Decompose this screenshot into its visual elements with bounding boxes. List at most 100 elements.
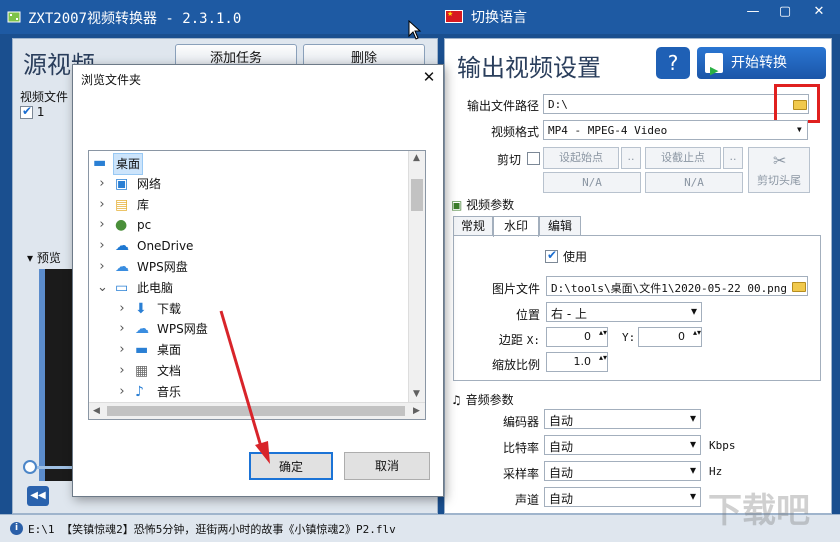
tab-edit[interactable]: 编辑 [539, 216, 581, 236]
video-preview [39, 269, 75, 481]
help-button[interactable]: ? [656, 47, 690, 79]
folder-tree-item-label: 此电脑 [137, 280, 174, 295]
horizontal-scroll-thumb[interactable] [107, 406, 405, 416]
folder-tree-item-label: 下载 [157, 301, 182, 316]
rewind-icon[interactable]: ◀◀ [27, 486, 49, 506]
ok-button[interactable]: 确定 [249, 452, 333, 480]
chevron-right-icon[interactable]: › [117, 340, 127, 360]
list-item[interactable]: 1 [20, 104, 45, 119]
video-format-label: 视频格式 [490, 125, 539, 139]
start-convert-label: 开始转换 [731, 55, 787, 71]
folder-tree-item-label: OneDrive [137, 239, 194, 254]
minimize-icon[interactable]: — [740, 2, 766, 22]
chevron-right-icon[interactable]: › [117, 361, 127, 381]
start-convert-button[interactable]: 开始转换 [697, 47, 826, 87]
scale-label: 缩放比例 [491, 358, 540, 372]
image-file-input[interactable]: D:\tools\桌面\文件1\2020-05-22 00.png [546, 276, 808, 296]
video-format-select[interactable]: MP4 - MPEG-4 Video [543, 120, 808, 140]
film-icon [7, 10, 21, 24]
china-flag-icon[interactable] [445, 10, 463, 23]
chevron-right-icon[interactable]: › [97, 195, 107, 215]
browse-folder-dialog: 浏览文件夹 ✕ ▬ 桌面 › ▣ 网络 › ▤ 库 › ● pc › ☁ OneDrive › ☁ WPS网盘 ⌄… [72, 64, 444, 497]
set-start-button[interactable]: 设起始点 [543, 147, 619, 169]
horizontal-scrollbar[interactable]: ◀ ▶ [89, 402, 425, 419]
audio-params-label: 音频参数 [465, 393, 514, 407]
folder-tree-item-label: pc [137, 218, 152, 233]
folder-tree-item-label: 网络 [137, 176, 162, 191]
folder-tree-item-label: WPS网盘 [157, 322, 208, 337]
scroll-down-icon[interactable]: ▼ [413, 389, 420, 399]
scroll-up-icon[interactable]: ▲ [413, 153, 420, 163]
folder-icon[interactable] [792, 282, 806, 292]
scale-spinner[interactable]: 1.0 [546, 352, 608, 372]
close-icon[interactable]: ✕ [419, 67, 439, 87]
preview-label: 预览 [36, 251, 61, 265]
close-icon[interactable]: ✕ [806, 2, 832, 22]
video-params-header: ▣ 视频参数 [451, 196, 514, 213]
start-time-field: N/A [543, 172, 641, 193]
seek-track[interactable] [37, 466, 77, 469]
cut-head-tail-label: 剪切头尾 [757, 174, 801, 187]
tab-general[interactable]: 常规 [453, 216, 493, 236]
cut-checkbox[interactable] [527, 152, 540, 165]
cancel-button[interactable]: 取消 [344, 452, 430, 480]
margin-y-spinner[interactable]: 0 [638, 327, 702, 347]
tab-watermark[interactable]: 水印 [493, 216, 539, 237]
end-ellipsis-button[interactable]: .. [723, 147, 743, 169]
start-ellipsis-button[interactable]: .. [621, 147, 641, 169]
position-select[interactable]: 右 - 上 [546, 302, 702, 322]
library-icon: ▤ [115, 196, 129, 213]
folder-tree[interactable]: ▬ 桌面 › ▣ 网络 › ▤ 库 › ● pc › ☁ OneDrive › ☁ WPS网盘 ⌄ ▭ 此电脑 › ⬇ 下载… [88, 150, 426, 420]
music-note-icon: ♫ [451, 393, 462, 407]
watermark-enable-checkbox[interactable] [545, 248, 558, 263]
chevron-right-icon[interactable]: › [97, 174, 107, 194]
chevron-right-icon[interactable]: › [97, 236, 107, 256]
margin-label: 边距 X: [454, 331, 540, 348]
status-text: E:\1 【笑镇惊魂2】恐怖5分钟，逛街两小时的故事《小镇惊魂2》P2.flv [28, 523, 396, 536]
cloud-icon: ☁ [135, 321, 149, 338]
file-index: 1 [36, 105, 45, 119]
channel-label: 声道 [514, 493, 539, 507]
encoder-label: 编码器 [502, 415, 539, 429]
chevron-right-icon[interactable]: › [97, 257, 107, 277]
scroll-right-icon[interactable]: ▶ [413, 406, 420, 416]
folder-tree-item-label: 桌面 [113, 153, 144, 175]
switch-language-button[interactable]: 切换语言 [471, 7, 527, 27]
desktop-icon: ▬ [93, 155, 107, 171]
margin-y-label: Y: [622, 331, 636, 344]
chevron-right-icon[interactable]: › [117, 382, 127, 402]
scroll-left-icon[interactable]: ◀ [93, 406, 100, 416]
onedrive-icon: ☁ [115, 238, 129, 255]
vertical-scroll-thumb[interactable] [411, 179, 423, 211]
cut-head-tail-button[interactable]: ✂ 剪切头尾 [748, 147, 810, 193]
browse-highlight-box [774, 84, 820, 123]
preview-toggle[interactable]: ▾ 预览 [27, 249, 61, 266]
output-path-input[interactable]: D:\ [543, 94, 809, 114]
output-settings-title: 输出视频设置 [457, 54, 601, 82]
folder-tree-item-label: 文档 [157, 364, 182, 378]
watermark-enable-label: 使用 [563, 250, 588, 264]
margin-x-label: X: [526, 334, 540, 347]
chevron-right-icon[interactable]: › [117, 319, 127, 339]
vertical-scrollbar[interactable]: ▲ ▼ [408, 151, 425, 403]
chevron-down-icon[interactable]: ⌄ [97, 278, 108, 298]
samplerate-select[interactable]: 自动 [544, 461, 701, 481]
encoder-select[interactable]: 自动 [544, 409, 701, 429]
margin-x-spinner[interactable]: 0 [546, 327, 608, 347]
convert-icon [705, 53, 723, 87]
document-icon: ▦ [135, 363, 149, 379]
user-icon: ● [115, 217, 128, 234]
file-checkbox[interactable] [20, 104, 33, 119]
seek-slider-handle[interactable] [23, 460, 37, 474]
bitrate-select[interactable]: 自动 [544, 435, 701, 455]
info-icon: i [10, 522, 23, 535]
bitrate-unit: Kbps [709, 439, 736, 452]
maximize-icon[interactable]: ▢ [772, 2, 798, 22]
samplerate-unit: Hz [709, 465, 723, 478]
set-end-button[interactable]: 设截止点 [645, 147, 721, 169]
chevron-right-icon[interactable]: › [97, 215, 107, 235]
chevron-right-icon[interactable]: › [117, 299, 127, 319]
channel-select[interactable]: 自动 [544, 487, 701, 507]
computer-icon: ▭ [115, 279, 129, 296]
film-icon: ▣ [451, 198, 463, 212]
